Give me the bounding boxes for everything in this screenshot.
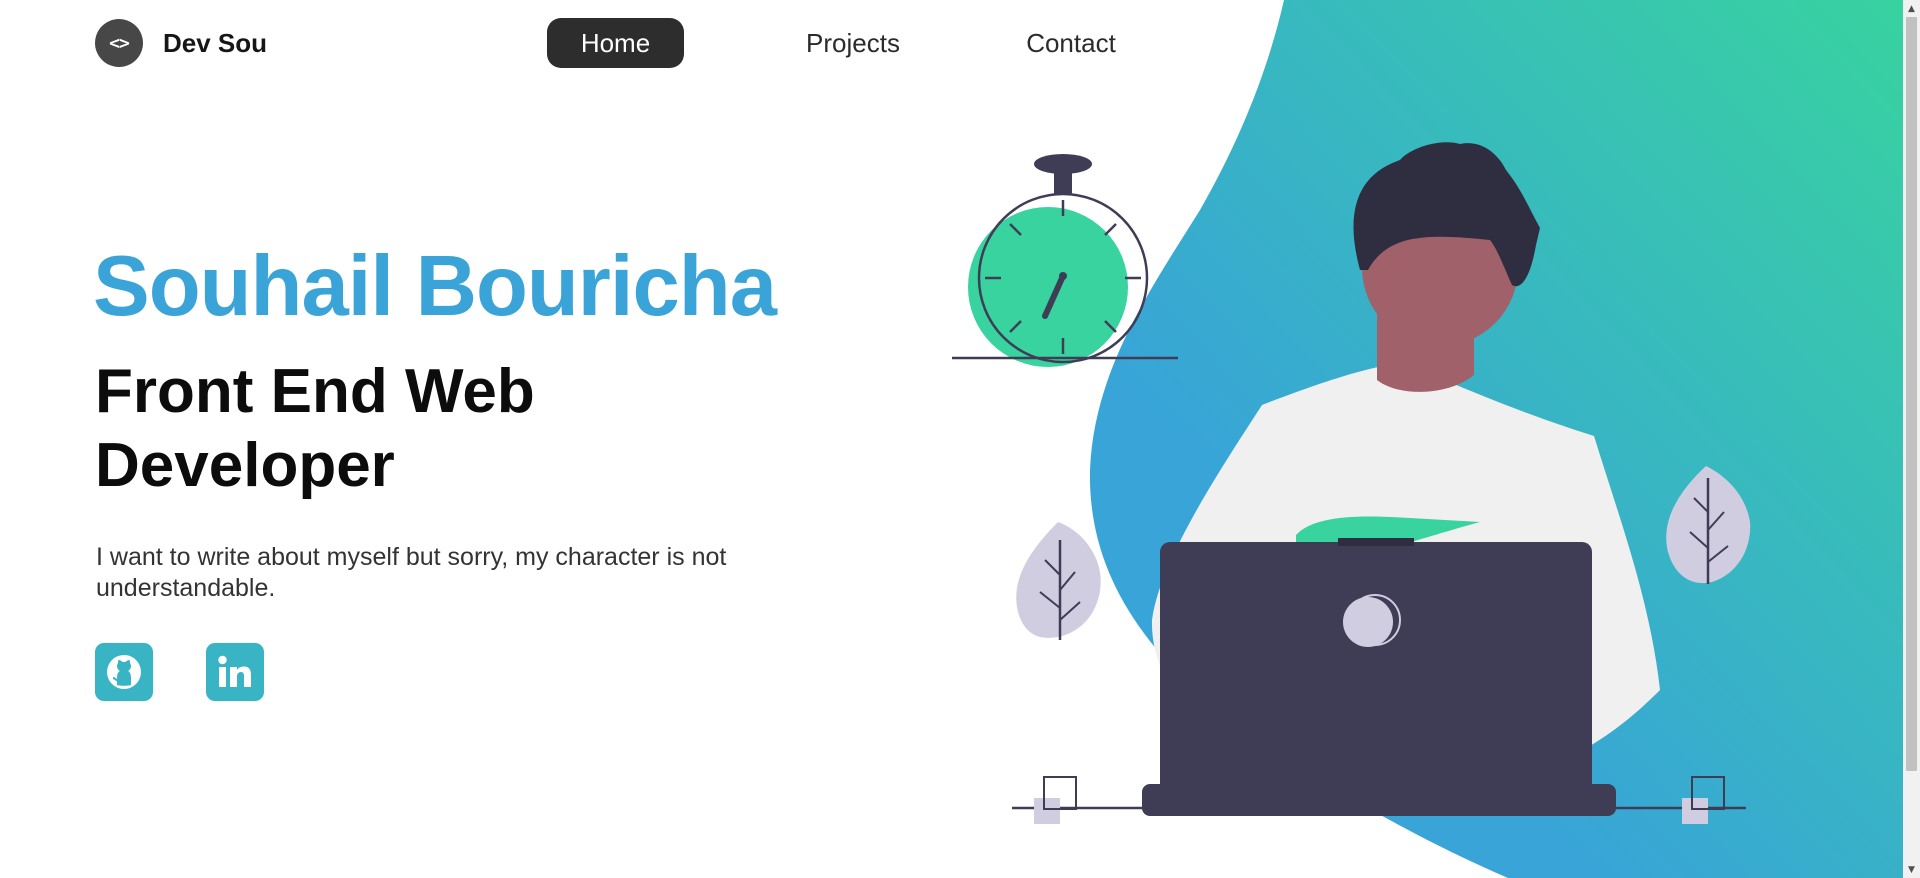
scrollbar-thumb[interactable] (1906, 17, 1917, 771)
page-scrollbar[interactable]: ▲ ▼ (1903, 0, 1920, 878)
site-logo[interactable]: <> Dev Sou (95, 19, 267, 67)
hero-role: Front End Web Developer (95, 355, 535, 503)
nav-home[interactable]: Home (547, 18, 684, 68)
code-icon: <> (95, 19, 143, 67)
hero-name: Souhail Bouricha (93, 239, 777, 334)
plant-right-icon (1666, 466, 1751, 584)
hero-role-line1: Front End Web (95, 357, 535, 426)
stopwatch-icon (952, 154, 1178, 367)
nav-contact[interactable]: Contact (1010, 18, 1132, 68)
hero-role-line2: Developer (95, 431, 395, 500)
github-link[interactable] (95, 643, 153, 701)
scroll-up-arrow-icon[interactable]: ▲ (1903, 0, 1920, 17)
github-icon (107, 655, 141, 689)
logo-text: Dev Sou (163, 27, 268, 58)
linkedin-link[interactable] (206, 643, 264, 701)
nav-projects[interactable]: Projects (790, 18, 916, 68)
scroll-down-arrow-icon[interactable]: ▼ (1903, 861, 1920, 878)
plant-left-icon (1016, 522, 1101, 640)
laptop-icon (1142, 538, 1616, 816)
hero-bio: I want to write about myself but sorry, … (96, 543, 727, 602)
linkedin-icon (218, 655, 251, 687)
